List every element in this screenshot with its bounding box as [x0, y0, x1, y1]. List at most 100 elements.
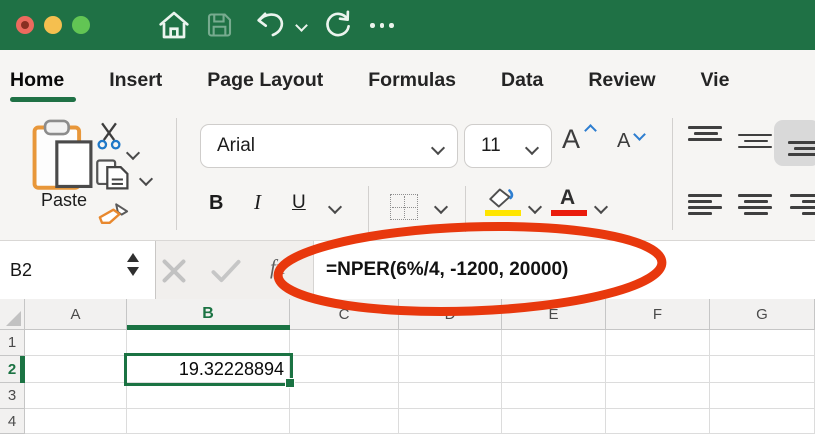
tab-view[interactable]: Vie — [701, 69, 730, 92]
cell-a2[interactable] — [25, 356, 127, 383]
redo-icon[interactable] — [322, 10, 352, 39]
formula-input[interactable]: =NPER(6%/4, -1200, 20000) — [313, 241, 815, 299]
undo-dropdown-icon[interactable] — [295, 19, 308, 32]
cell-f1[interactable] — [606, 330, 710, 356]
save-icon[interactable] — [205, 11, 234, 39]
active-cell-selection-border — [124, 353, 293, 386]
cell-b3[interactable] — [127, 383, 290, 409]
tab-data[interactable]: Data — [501, 69, 543, 92]
copy-icon[interactable] — [95, 158, 133, 192]
close-button[interactable] — [16, 16, 34, 34]
cell-a4[interactable] — [25, 409, 127, 434]
select-all-icon — [6, 311, 21, 326]
font-size-select[interactable]: 11 — [464, 124, 552, 168]
cell-a1[interactable] — [25, 330, 127, 356]
grow-font-letter: A — [562, 124, 580, 154]
align-top-icon[interactable] — [688, 126, 724, 156]
grow-font-button[interactable]: A — [562, 124, 580, 155]
cell-f2[interactable] — [606, 356, 710, 383]
insert-function-icon[interactable]: fx — [270, 255, 285, 280]
borders-icon[interactable] — [390, 194, 418, 220]
italic-button[interactable]: I — [254, 190, 261, 215]
cell-a3[interactable] — [25, 383, 127, 409]
ribbon: Paste Arial 11 A A B I U — [0, 110, 815, 240]
bold-button[interactable]: B — [209, 192, 223, 215]
spinner-down-icon[interactable] — [127, 267, 139, 276]
tab-home[interactable]: Home — [10, 69, 64, 92]
column-header-f[interactable]: F — [606, 299, 710, 330]
align-center-icon[interactable] — [738, 194, 774, 224]
row-header-4[interactable]: 4 — [0, 409, 25, 434]
group-divider — [672, 118, 673, 230]
cell-c3[interactable] — [290, 383, 399, 409]
fill-color-bar — [485, 210, 521, 216]
align-middle-icon[interactable] — [738, 126, 774, 156]
format-painter-icon[interactable] — [96, 201, 132, 225]
cell-d4[interactable] — [399, 409, 502, 434]
cell-g4[interactable] — [710, 409, 815, 434]
fill-color-dropdown-icon[interactable] — [528, 200, 542, 214]
home-icon[interactable] — [158, 10, 190, 40]
cell-c1[interactable] — [290, 330, 399, 356]
cell-b4[interactable] — [127, 409, 290, 434]
borders-dropdown-icon[interactable] — [434, 200, 448, 214]
column-header-c[interactable]: C — [290, 299, 399, 330]
tab-insert[interactable]: Insert — [109, 69, 162, 92]
cell-d2[interactable] — [399, 356, 502, 383]
enter-check-icon[interactable] — [210, 258, 242, 284]
unsaved-dot — [21, 21, 29, 29]
tab-review[interactable]: Review — [588, 69, 655, 92]
cell-f3[interactable] — [606, 383, 710, 409]
zoom-button[interactable] — [72, 16, 90, 34]
spreadsheet-grid: A B C D E F G 1 2 19.32228894 3 4 — [0, 299, 815, 437]
column-header-d[interactable]: D — [399, 299, 502, 330]
cell-c2[interactable] — [290, 356, 399, 383]
column-header-a[interactable]: A — [25, 299, 127, 330]
undo-icon[interactable] — [255, 10, 286, 39]
column-header-e[interactable]: E — [502, 299, 606, 330]
cell-e3[interactable] — [502, 383, 606, 409]
fill-handle[interactable] — [285, 378, 295, 388]
tab-formulas[interactable]: Formulas — [368, 69, 456, 92]
cancel-icon[interactable] — [161, 258, 187, 284]
cell-g3[interactable] — [710, 383, 815, 409]
underline-dropdown-icon[interactable] — [328, 200, 342, 214]
cell-e1[interactable] — [502, 330, 606, 356]
scissors-icon[interactable] — [97, 121, 121, 151]
row-header-3[interactable]: 3 — [0, 383, 25, 409]
cell-d3[interactable] — [399, 383, 502, 409]
cell-g2[interactable] — [710, 356, 815, 383]
underline-button[interactable]: U — [292, 192, 306, 214]
minimize-button[interactable] — [44, 16, 62, 34]
ribbon-tab-row: Home Insert Page Layout Formulas Data Re… — [0, 50, 815, 110]
align-right-icon[interactable] — [790, 194, 815, 224]
name-box-spinner[interactable] — [127, 253, 139, 276]
shrink-font-button[interactable]: A — [617, 130, 630, 153]
align-bottom-icon[interactable] — [788, 126, 815, 156]
select-all-corner[interactable] — [0, 299, 25, 330]
more-icon[interactable] — [370, 23, 394, 28]
group-divider — [368, 186, 369, 232]
cell-e4[interactable] — [502, 409, 606, 434]
font-color-dropdown-icon[interactable] — [594, 200, 608, 214]
chevron-down-icon — [633, 128, 646, 141]
paste-button[interactable]: Paste — [26, 190, 102, 211]
font-name-select[interactable]: Arial — [200, 124, 458, 168]
column-header-g[interactable]: G — [710, 299, 815, 330]
tab-page-layout[interactable]: Page Layout — [207, 69, 323, 92]
row-header-1[interactable]: 1 — [0, 330, 25, 356]
cell-d1[interactable] — [399, 330, 502, 356]
align-left-icon[interactable] — [688, 194, 724, 224]
cell-g1[interactable] — [710, 330, 815, 356]
cell-e2[interactable] — [502, 356, 606, 383]
fill-color-icon[interactable] — [486, 186, 518, 210]
font-size-value: 11 — [465, 135, 501, 157]
copy-dropdown-icon[interactable] — [139, 172, 153, 186]
cell-f4[interactable] — [606, 409, 710, 434]
clipboard-icon[interactable] — [28, 118, 104, 192]
spinner-up-icon[interactable] — [127, 253, 139, 262]
font-color-button[interactable]: A — [560, 186, 575, 210]
font-name-value: Arial — [201, 135, 255, 157]
cell-c4[interactable] — [290, 409, 399, 434]
shrink-font-letter: A — [617, 130, 630, 152]
